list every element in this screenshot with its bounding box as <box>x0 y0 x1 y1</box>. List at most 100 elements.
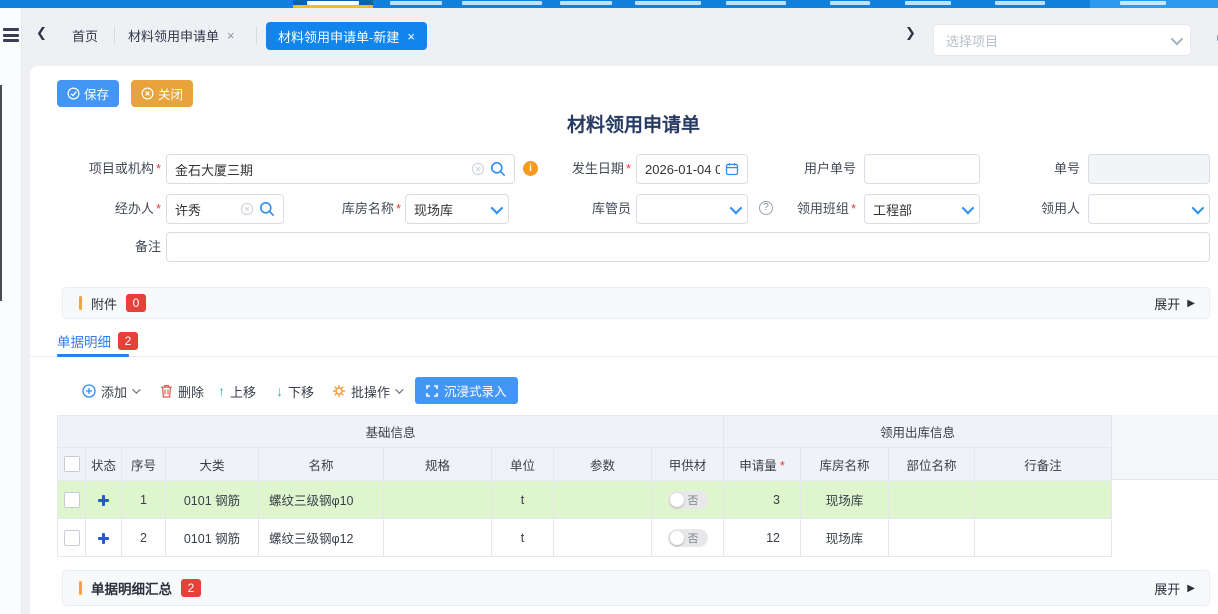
team-select[interactable]: 工程部 <box>864 194 980 224</box>
user-order-no-input[interactable] <box>864 154 980 184</box>
unit-cell[interactable]: t <box>492 481 554 519</box>
close-tab-icon[interactable]: × <box>407 29 415 44</box>
param-cell[interactable] <box>554 481 652 519</box>
search-icon[interactable] <box>490 161 506 177</box>
chevron-down-icon <box>491 201 504 214</box>
batch-operation-button[interactable]: 批操作 <box>332 378 401 404</box>
project-select[interactable]: 选择项目 <box>933 24 1191 56</box>
arrow-down-icon: ↓ <box>276 383 283 399</box>
help-icon[interactable]: ? <box>759 201 773 215</box>
tab-divider <box>114 26 115 44</box>
close-button[interactable]: 关闭 <box>131 80 193 107</box>
category-cell[interactable]: 0101 钢筋 <box>166 519 259 557</box>
keeper-label: 库管员 <box>555 194 631 224</box>
close-tab-icon[interactable]: × <box>227 28 235 43</box>
clear-icon[interactable] <box>471 162 485 176</box>
qty-cell[interactable]: 3 <box>724 481 801 519</box>
doc-no-label: 单号 <box>1020 154 1080 184</box>
handler-input[interactable]: 许秀 <box>166 194 284 224</box>
x-circle-icon <box>141 87 154 100</box>
category-cell[interactable]: 0101 钢筋 <box>166 481 259 519</box>
qty-cell[interactable]: 12 <box>724 519 801 557</box>
column-group-basic-info: 基础信息 <box>58 416 724 448</box>
table-row[interactable]: 10101 钢筋螺纹三级钢φ10 t 否3现场库 <box>58 481 1112 519</box>
add-row-button[interactable]: 添加 <box>82 378 138 404</box>
save-button[interactable]: 保存 <box>57 80 119 107</box>
warehouse-select[interactable]: 现场库 <box>405 194 509 224</box>
delete-row-button[interactable]: 删除 <box>160 378 204 404</box>
column-header: 部位名称 <box>889 448 975 481</box>
column-header: 申请量* <box>724 448 801 481</box>
summary-expand-button[interactable]: 展开▶ <box>1154 579 1195 598</box>
move-up-button[interactable]: ↑ 上移 <box>218 378 256 404</box>
menu-text-fragment <box>830 1 870 5</box>
warehouse-cell[interactable]: 现场库 <box>801 519 889 557</box>
part-cell[interactable] <box>889 481 975 519</box>
tab-detail-lines[interactable]: 单据明细 2 <box>57 331 138 351</box>
recipient-select[interactable] <box>1088 194 1210 224</box>
row-checkbox[interactable] <box>64 530 80 546</box>
page-title: 材料领用申请单 <box>57 110 1210 137</box>
unit-cell[interactable]: t <box>492 519 554 557</box>
row-checkbox[interactable] <box>64 492 80 508</box>
name-cell[interactable]: 螺纹三级钢φ10 <box>259 481 384 519</box>
supplied-toggle[interactable]: 否 <box>668 529 708 547</box>
active-tab-underline <box>57 354 129 357</box>
handler-value: 许秀 <box>175 200 235 219</box>
search-icon[interactable] <box>259 201 275 217</box>
supplied-toggle[interactable]: 否 <box>668 491 708 509</box>
collapsed-sidebar <box>0 8 22 614</box>
info-icon[interactable]: i <box>523 161 538 176</box>
tab-label: 材料领用申请单 <box>128 26 219 45</box>
recipient-label: 领用人 <box>1000 194 1080 224</box>
insert-row-icon[interactable] <box>98 533 109 544</box>
row-select-cell <box>58 519 86 557</box>
active-menu-item[interactable] <box>293 0 373 8</box>
part-cell[interactable] <box>889 519 975 557</box>
table-row[interactable]: 20101 钢筋螺纹三级钢φ12t否12现场库 <box>58 519 1112 557</box>
close-label: 关闭 <box>158 84 183 103</box>
tabs-scroll-left-icon[interactable]: ❮ <box>36 25 47 41</box>
date-value: 2026-01-04 0 <box>645 162 720 177</box>
menu-text-fragment <box>726 1 786 5</box>
line-remark-cell[interactable] <box>975 481 1112 519</box>
summary-section: 单据明细汇总 2 展开▶ <box>62 570 1210 606</box>
line-remark-cell[interactable] <box>975 519 1112 557</box>
row-status-cell <box>86 481 122 519</box>
tabs-scroll-right-icon[interactable]: ❯ <box>905 25 916 41</box>
warehouse-cell[interactable]: 现场库 <box>801 481 889 519</box>
column-header: 序号 <box>122 448 166 481</box>
keeper-select[interactable] <box>636 194 748 224</box>
column-header: 甲供材 <box>652 448 724 481</box>
attachments-expand-button[interactable]: 展开▶ <box>1154 294 1195 313</box>
clear-icon[interactable] <box>240 202 254 216</box>
insert-row-icon[interactable] <box>98 495 109 506</box>
row-status-cell <box>86 519 122 557</box>
remark-label: 备注 <box>57 232 161 262</box>
date-input[interactable]: 2026-01-04 0 <box>636 154 748 184</box>
name-cell[interactable]: 螺纹三级钢φ12 <box>259 519 384 557</box>
tab-material-requisition-new[interactable]: 材料领用申请单-新建 × <box>266 22 427 50</box>
expand-arrow-icon: ▶ <box>1187 583 1195 594</box>
spec-cell[interactable] <box>384 519 492 557</box>
seq-cell: 1 <box>122 481 166 519</box>
tab-material-requisition[interactable]: 材料领用申请单 × <box>128 26 235 45</box>
column-header: 名称 <box>259 448 384 481</box>
select-column-header <box>58 448 86 481</box>
tab-label: 材料领用申请单-新建 <box>278 27 399 46</box>
immersive-entry-button[interactable]: 沉浸式录入 <box>415 377 518 404</box>
arrow-up-icon: ↑ <box>218 383 225 399</box>
spec-cell[interactable] <box>384 481 492 519</box>
move-down-button[interactable]: ↓ 下移 <box>276 378 314 404</box>
hamburger-menu-icon[interactable] <box>3 28 19 42</box>
tab-home[interactable]: 首页 <box>72 26 98 45</box>
calendar-icon[interactable] <box>725 162 739 176</box>
column-header: 规格 <box>384 448 492 481</box>
menu-text-fragment <box>462 1 542 5</box>
param-cell[interactable] <box>554 519 652 557</box>
select-all-checkbox[interactable] <box>64 456 80 472</box>
column-group-outbound-info: 领用出库信息 <box>724 416 1112 448</box>
sidebar-edge-line <box>0 85 2 301</box>
project-input[interactable]: 金石大厦三期 <box>166 154 515 184</box>
remark-input[interactable] <box>166 232 1210 262</box>
